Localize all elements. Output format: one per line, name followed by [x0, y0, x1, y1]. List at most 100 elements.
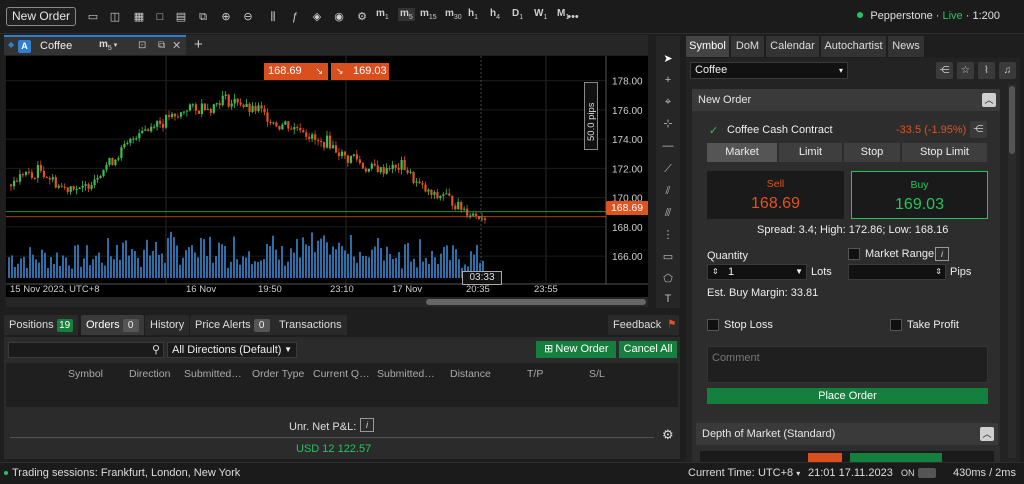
chevron-up-icon[interactable]: ︿ [980, 427, 994, 441]
dom-section-header[interactable]: Depth of Market (Standard) ︿ [696, 423, 998, 445]
timezone-select[interactable]: UTC+8 ▾ [758, 467, 800, 479]
order-type-stop-limit[interactable]: Stop Limit [902, 143, 987, 162]
share-icon[interactable]: ⋲ [936, 62, 953, 79]
star-icon[interactable]: ☆ [957, 62, 974, 79]
broker-status[interactable]: Pepperstone · Live · 1:200 [857, 10, 1000, 22]
stop-loss-checkbox[interactable] [707, 319, 719, 331]
new-order-section-header[interactable]: New Order ︿ [692, 89, 1000, 111]
symbol-select[interactable]: Coffee ▾ [690, 62, 848, 79]
zoom-in-icon[interactable]: ⊕ [219, 9, 233, 25]
right-panel-scrollbar[interactable] [1008, 84, 1016, 458]
timeframe-m5[interactable]: m5 [398, 8, 415, 21]
add-chart-tab-button[interactable]: + [194, 36, 203, 53]
grid-layout-icon[interactable]: ▦ [132, 9, 146, 25]
cancel-all-button[interactable]: Cancel All [619, 341, 677, 358]
column-header[interactable]: T/P [527, 368, 543, 380]
multi-chart-icon[interactable]: ▤ [174, 9, 188, 25]
stepper-icon[interactable]: ⇕ [935, 265, 942, 279]
info-icon[interactable]: i [360, 418, 374, 432]
rectangle-tool-icon[interactable]: ▭ [656, 248, 680, 266]
zoom-out-icon[interactable]: ⊖ [241, 9, 255, 25]
tab-symbol[interactable]: Symbol [686, 36, 729, 57]
chart-type-icon[interactable]: ⫼ [266, 9, 280, 25]
new-order-button[interactable]: New Order [6, 7, 76, 26]
tab-autochartist[interactable]: Autochartist [821, 36, 886, 57]
timeframe-m1[interactable]: m1 [376, 8, 389, 21]
tab-dom[interactable]: DoM [731, 36, 764, 57]
channel-icon[interactable]: ⫽ [656, 182, 680, 200]
detach-icon[interactable]: ⧉ [196, 9, 210, 25]
column-header[interactable]: Direction [129, 368, 170, 380]
place-order-button[interactable]: Place Order [707, 388, 988, 404]
tab-orders[interactable]: Orders 0 [81, 315, 144, 335]
sell-price-box[interactable]: 168.69 ↘ [264, 63, 328, 80]
detach-tab-icon[interactable]: ⧉ [158, 40, 165, 51]
order-type-stop[interactable]: Stop [844, 143, 900, 162]
tab-price-alerts[interactable]: Price Alerts 0 [190, 315, 275, 335]
grid-tool-icon[interactable]: ⋮ [656, 226, 680, 244]
crosshair-tool-icon[interactable]: + [656, 71, 680, 89]
gear-icon[interactable]: ⚙ [662, 427, 674, 443]
single-chart-icon[interactable]: □ [153, 9, 167, 25]
chart-tab-timeframe[interactable]: m5 ▾ [99, 39, 117, 52]
take-profit-checkbox[interactable] [890, 319, 902, 331]
more-icon[interactable]: ••• [565, 9, 581, 25]
column-header[interactable]: Current Q… [313, 368, 370, 380]
column-header[interactable]: Submitted… [184, 368, 242, 380]
price-chart[interactable]: 178.00 176.00 174.00 172.00 170.00 168.00 166.… [6, 56, 648, 297]
info-icon[interactable]: i [935, 247, 949, 261]
chart-mode-icon[interactable]: ▭ [86, 9, 100, 25]
timeframe-m15[interactable]: m15 [420, 8, 437, 21]
comment-input[interactable]: Comment [707, 346, 988, 383]
tab-news[interactable]: News [888, 36, 924, 57]
direction-select[interactable]: All Directions (Default) ▼ [167, 342, 297, 358]
shape-tool-icon[interactable]: ⬠ [656, 270, 680, 288]
chart-scroll-thumb[interactable] [426, 299, 646, 305]
stepper-icon[interactable]: ⇕ [712, 265, 719, 279]
workspace-icon[interactable]: ◫ [108, 9, 122, 25]
close-icon[interactable]: ✕ [172, 39, 181, 52]
order-type-limit[interactable]: Limit [779, 143, 842, 162]
order-type-market[interactable]: Market [707, 143, 777, 162]
eye-icon[interactable]: ◉ [332, 9, 346, 25]
share-contract-icon[interactable]: ⋲ [970, 121, 987, 138]
market-range-checkbox[interactable] [848, 248, 860, 260]
chart-tab-coffee[interactable]: ◆ A Coffee m5 ▾ ⊡ ⧉ ✕ [4, 35, 186, 55]
bell-icon[interactable]: ♫ [999, 62, 1016, 79]
timeframe-D1[interactable]: D1 [512, 8, 523, 21]
text-tool-icon[interactable]: T [656, 290, 680, 308]
column-header[interactable]: Distance [450, 368, 491, 380]
timeframe-W1[interactable]: W1 [534, 8, 547, 21]
buy-price-box[interactable]: ↘ 169.03 [331, 63, 389, 80]
settings-icon[interactable]: ⚙ [355, 9, 369, 25]
cursor-tool-icon[interactable]: ➤ [656, 50, 680, 68]
timeframe-h4[interactable]: h4 [490, 8, 500, 21]
market-range-input[interactable]: ⇕ [848, 264, 946, 280]
column-header[interactable]: S/L [589, 368, 605, 380]
quantity-input[interactable]: ⇕ 1 ▼ [707, 264, 807, 280]
indicators-icon[interactable]: ƒ [288, 9, 302, 25]
trendline-icon[interactable]: ⟋ [656, 160, 680, 178]
chart-horizontal-scrollbar[interactable] [6, 297, 648, 307]
column-header[interactable]: Symbol [68, 368, 103, 380]
layers-icon[interactable]: ◈ [310, 9, 324, 25]
toggle-switch[interactable] [918, 468, 936, 478]
horizontal-line-icon[interactable]: — [656, 137, 680, 155]
buy-button[interactable]: Buy 169.03 [851, 171, 988, 219]
timeframe-h1[interactable]: h1 [468, 8, 478, 21]
measure-tool-icon[interactable]: ⊹ [656, 115, 680, 133]
sell-button[interactable]: Sell 168.69 [707, 171, 844, 219]
tab-calendar[interactable]: Calendar [766, 36, 819, 57]
fibonacci-icon[interactable]: ⫻ [656, 204, 680, 222]
column-header[interactable]: Order Type [252, 368, 304, 380]
right-panel-scroll-thumb[interactable] [1009, 86, 1015, 154]
tab-transactions[interactable]: Transactions [274, 315, 347, 335]
chart-icon[interactable]: ⌇ [978, 62, 995, 79]
chevron-up-icon[interactable]: ︿ [982, 93, 996, 107]
timeframe-m30[interactable]: m30 [445, 8, 462, 21]
column-header[interactable]: Submitted… [377, 368, 435, 380]
feedback-button[interactable]: Feedback ⚑ [608, 315, 680, 335]
tab-history[interactable]: History [145, 315, 190, 335]
link-icon[interactable]: ⊡ [138, 40, 146, 51]
crosshair-alt-tool-icon[interactable]: ⌖ [656, 93, 680, 111]
